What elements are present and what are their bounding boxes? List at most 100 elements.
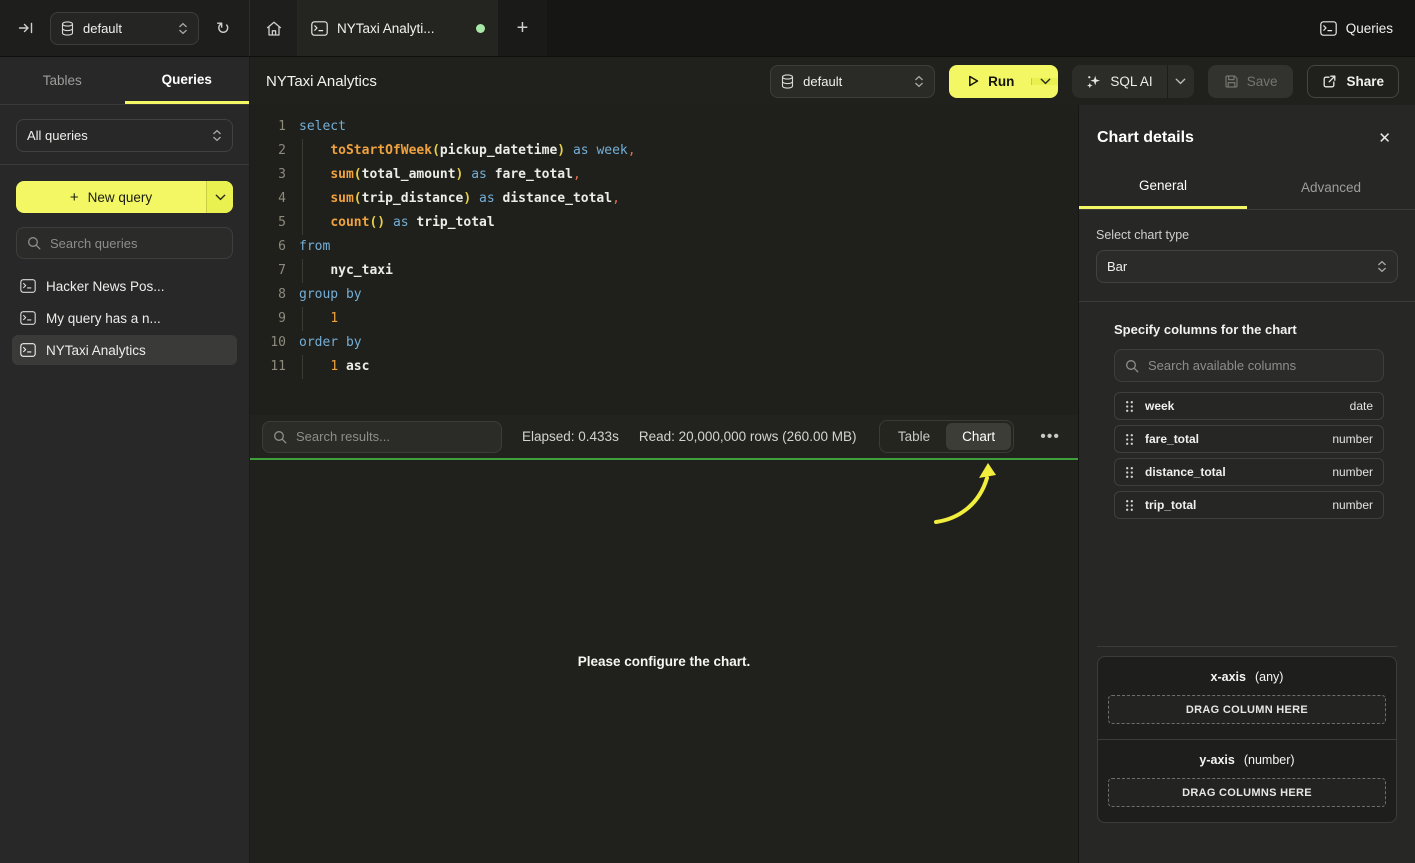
code-line[interactable]: 10order by — [250, 331, 1078, 355]
line-number: 2 — [258, 139, 286, 163]
code-line[interactable]: 6from — [250, 235, 1078, 259]
query-list-item-selected[interactable]: NYTaxi Analytics — [12, 335, 237, 365]
column-name: trip_total — [1145, 498, 1321, 512]
search-results-input[interactable] — [296, 429, 491, 444]
column-type: number — [1332, 498, 1373, 512]
x-axis-type: (any) — [1255, 670, 1283, 684]
chart-details-panel: Chart details ✕ General Advanced Select … — [1078, 105, 1415, 863]
new-query-label: New query — [88, 190, 153, 205]
top-bar: default ↻ NYTaxi Analyti... + Queries — [0, 0, 1415, 57]
database-icon — [781, 74, 794, 89]
queries-button-label: Queries — [1346, 21, 1393, 36]
new-query-button[interactable]: + New query — [16, 181, 233, 213]
chart-type-value: Bar — [1107, 259, 1368, 274]
column-chip-week[interactable]: week date — [1114, 392, 1384, 420]
run-button[interactable]: Run — [949, 65, 1058, 98]
more-options-button[interactable]: ••• — [1034, 428, 1066, 446]
column-chip-trip-total[interactable]: trip_total number — [1114, 491, 1384, 519]
query-title: NYTaxi Analytics — [266, 73, 377, 90]
chevron-updown-icon — [178, 22, 188, 35]
search-columns-input[interactable] — [1148, 358, 1373, 373]
query-list-item[interactable]: My query has a n... — [12, 303, 237, 333]
indent-guide — [302, 187, 303, 211]
database-icon — [61, 21, 74, 36]
column-chip-distance-total[interactable]: distance_total number — [1114, 458, 1384, 486]
results-toolbar: Elapsed: 0.433s Read: 20,000,000 rows (2… — [250, 415, 1078, 460]
close-icon[interactable]: ✕ — [1372, 127, 1397, 149]
query-filter-value: All queries — [27, 128, 203, 143]
query-list-item[interactable]: Hacker News Pos... — [12, 271, 237, 301]
x-axis-label: x-axis — [1211, 670, 1246, 684]
query-list-item-label: My query has a n... — [46, 311, 161, 326]
y-axis-type: (number) — [1244, 753, 1295, 767]
view-toggle-table[interactable]: Table — [882, 423, 946, 450]
rows-read-stats: Read: 20,000,000 rows (260.00 MB) — [639, 429, 857, 444]
column-chip-fare-total[interactable]: fare_total number — [1114, 425, 1384, 453]
code-line[interactable]: 8group by — [250, 283, 1078, 307]
chevron-down-icon — [1040, 78, 1051, 85]
code-line[interactable]: 3 sum(total_amount) as fare_total, — [250, 163, 1078, 187]
chevron-updown-icon — [212, 129, 222, 142]
code-line[interactable]: 5 count() as trip_total — [250, 211, 1078, 235]
run-dropdown-button[interactable] — [1031, 78, 1058, 85]
line-number: 10 — [258, 331, 286, 355]
x-axis-drop-zone[interactable]: DRAG COLUMN HERE — [1108, 695, 1386, 724]
tab-home[interactable] — [250, 0, 298, 56]
column-name: fare_total — [1145, 432, 1321, 446]
line-number: 6 — [258, 235, 286, 259]
refresh-icon[interactable]: ↻ — [211, 16, 235, 40]
sidebar: Tables Queries All queries + New query — [0, 57, 250, 863]
y-axis-drop-zone[interactable]: DRAG COLUMNS HERE — [1108, 778, 1386, 807]
sidebar-tabs: Tables Queries — [0, 57, 249, 105]
column-chip-list: week date fare_total number distance_tot… — [1114, 392, 1384, 519]
chevron-down-icon — [1175, 78, 1186, 85]
new-query-dropdown-button[interactable] — [206, 181, 233, 213]
topbar-database-selector[interactable]: default — [50, 12, 199, 45]
query-list: Hacker News Pos... My query has a n... N… — [0, 269, 249, 369]
line-number: 9 — [258, 307, 286, 331]
collapse-sidebar-icon[interactable] — [14, 16, 38, 40]
query-filter-select[interactable]: All queries — [16, 119, 233, 152]
query-list-item-label: Hacker News Pos... — [46, 279, 165, 294]
new-tab-button[interactable]: + — [498, 0, 547, 56]
sidebar-tab-queries[interactable]: Queries — [125, 57, 250, 104]
panel-tab-advanced[interactable]: Advanced — [1247, 165, 1415, 209]
share-icon — [1322, 74, 1337, 89]
column-type: date — [1350, 399, 1373, 413]
tab-nytaxi-analytics[interactable]: NYTaxi Analyti... — [298, 0, 498, 56]
sql-ai-button[interactable]: SQL AI — [1072, 65, 1193, 98]
sql-editor[interactable]: 1select2 toStartOfWeek(pickup_datetime) … — [250, 105, 1078, 415]
play-icon — [966, 74, 980, 88]
chevron-updown-icon — [914, 75, 924, 88]
query-console-icon — [20, 311, 36, 325]
chart-type-select[interactable]: Bar — [1096, 250, 1398, 283]
panel-tab-general[interactable]: General — [1079, 165, 1247, 209]
line-number: 7 — [258, 259, 286, 283]
code-line[interactable]: 9 1 — [250, 307, 1078, 331]
queries-button[interactable]: Queries — [1298, 0, 1415, 56]
indent-guide — [302, 163, 303, 187]
chevron-updown-icon — [1377, 260, 1387, 273]
view-toggle-chart[interactable]: Chart — [946, 423, 1011, 450]
code-line[interactable]: 2 toStartOfWeek(pickup_datetime) as week… — [250, 139, 1078, 163]
query-header: NYTaxi Analytics default Run — [250, 57, 1415, 105]
topbar-left-section: default ↻ — [0, 0, 250, 56]
header-database-selector[interactable]: default — [770, 65, 935, 98]
drag-handle-icon — [1125, 400, 1134, 413]
search-queries-input[interactable] — [50, 236, 222, 251]
code-line[interactable]: 1select — [250, 115, 1078, 139]
columns-search — [1114, 349, 1384, 382]
code-line[interactable]: 4 sum(trip_distance) as distance_total, — [250, 187, 1078, 211]
column-name: distance_total — [1145, 465, 1321, 479]
sql-ai-label: SQL AI — [1110, 74, 1152, 89]
sidebar-tab-tables[interactable]: Tables — [0, 57, 125, 104]
code-line[interactable]: 11 1 asc — [250, 355, 1078, 379]
sql-ai-dropdown-button[interactable] — [1167, 65, 1194, 98]
code-line[interactable]: 7 nyc_taxi — [250, 259, 1078, 283]
line-number: 4 — [258, 187, 286, 211]
axes-configuration: x-axis (any) DRAG COLUMN HERE y-axis (nu… — [1097, 656, 1397, 823]
share-button[interactable]: Share — [1307, 65, 1399, 98]
view-toggle: Table Chart — [879, 420, 1014, 453]
divider — [1079, 301, 1415, 302]
topbar-database-value: default — [83, 21, 169, 36]
